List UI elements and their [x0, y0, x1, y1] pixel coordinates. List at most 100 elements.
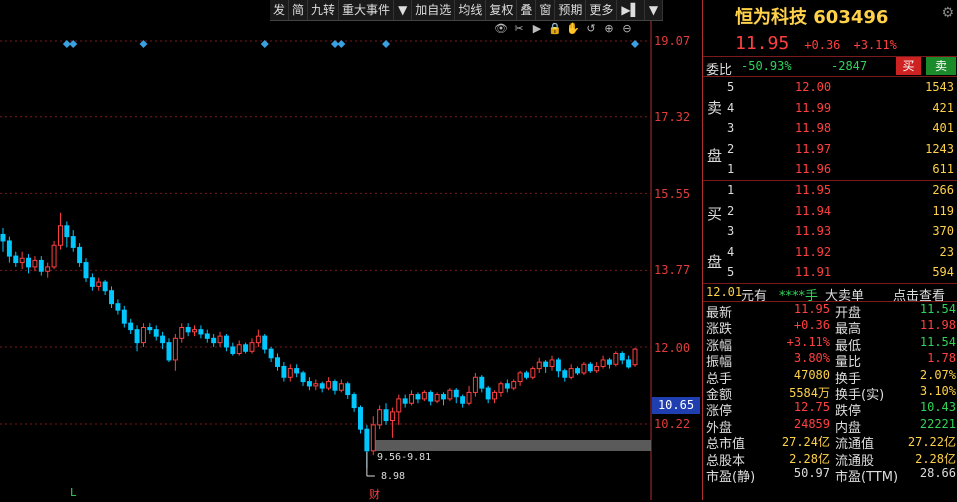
book-volume: 119: [932, 203, 954, 218]
toolbar-window[interactable]: 窗: [536, 0, 556, 20]
ask-row[interactable]: 2 11.97 1243: [703, 139, 957, 160]
stat-value: 22221: [919, 416, 956, 431]
kline-chart[interactable]: 发 简 九转 重大事件 ▼ 加自选 均线 复权 叠 窗 预期 更多 ▶▌ ▼ 👁…: [0, 0, 702, 501]
toolbar-fa[interactable]: 发: [270, 0, 290, 20]
ask-row[interactable]: 1 11.96 611: [703, 159, 957, 180]
candle-body: [147, 326, 153, 331]
toolbar-more[interactable]: 更多: [586, 0, 618, 20]
candle-body: [185, 326, 191, 333]
book-level: 5: [727, 265, 735, 280]
candle-body: [172, 337, 178, 361]
gear-icon[interactable]: ⚙: [941, 5, 954, 21]
candle-body: [57, 225, 63, 246]
bid-row[interactable]: 2 11.94 119: [703, 201, 957, 222]
toolbar-events-dropdown[interactable]: ▼: [394, 0, 413, 20]
candle-body: [447, 389, 453, 400]
candle-body: [249, 342, 255, 352]
toolbar-moving-average[interactable]: 均线: [455, 0, 487, 20]
candle-body: [319, 383, 325, 389]
bid-row[interactable]: 4 11.92 23: [703, 242, 957, 263]
event-marker[interactable]: [337, 40, 346, 48]
event-marker[interactable]: [382, 40, 391, 48]
candle-body: [581, 363, 587, 374]
candle-body: [351, 394, 357, 409]
chart-toolbar: 发 简 九转 重大事件 ▼ 加自选 均线 复权 叠 窗 预期 更多 ▶▌ ▼: [270, 0, 664, 21]
event-marker[interactable]: [631, 40, 639, 48]
bid-row[interactable]: 5 11.91 594: [703, 262, 957, 283]
book-price: 11.93: [795, 224, 832, 239]
candle-body: [294, 368, 300, 374]
candle-body: [511, 381, 517, 389]
current-price-tag: 10.65: [652, 397, 700, 414]
stat-value: 24859: [793, 416, 830, 431]
stat-value: 3.80%: [793, 351, 830, 366]
y-tick-label: 19.07: [654, 34, 691, 48]
candle-body: [121, 309, 127, 324]
candle-body: [6, 240, 12, 257]
toolbar-forecast[interactable]: 预期: [555, 0, 587, 20]
ask-row[interactable]: 5 12.00 1543: [703, 77, 957, 98]
lock-icon[interactable]: 🔒: [548, 22, 562, 36]
toolbar-jian[interactable]: 简: [289, 0, 309, 20]
candle-body: [575, 368, 581, 374]
candle-body: [13, 255, 19, 264]
zoom-in-icon[interactable]: ⊕: [602, 22, 616, 36]
buy-button[interactable]: 买: [896, 57, 921, 75]
candle-body: [632, 348, 638, 366]
book-price: 11.97: [795, 141, 832, 156]
book-level: 1: [727, 162, 735, 177]
hand-icon[interactable]: ✋: [566, 22, 580, 36]
candle-body: [543, 361, 549, 367]
candle-body: [523, 372, 529, 378]
candle-body: [89, 277, 95, 287]
stat-value: 11.54: [919, 334, 956, 349]
candle-body: [166, 342, 172, 361]
candle-body: [568, 368, 574, 378]
ask-row[interactable]: 4 11.99 421: [703, 98, 957, 119]
toolbar-adjust[interactable]: 复权: [486, 0, 518, 20]
stat-value: 27.24亿: [781, 435, 830, 450]
candle-body: [64, 225, 70, 238]
zoom-out-icon[interactable]: ⊖: [620, 22, 634, 36]
candle-body: [243, 344, 249, 352]
candle-body: [536, 361, 542, 370]
kline-svg[interactable]: [0, 0, 702, 500]
stats-row: 金额 5584万 换手(实) 3.10%: [703, 384, 957, 403]
stat-value: 10.43: [919, 400, 956, 415]
weibi-diff: -2847: [831, 59, 868, 73]
stat-value: +3.11%: [786, 334, 830, 349]
book-level: 2: [727, 203, 735, 218]
candle-body: [606, 359, 612, 365]
candle-body: [332, 381, 338, 391]
scissors-icon[interactable]: ✂: [512, 22, 526, 36]
book-level: 3: [727, 224, 735, 239]
undo-icon[interactable]: ↺: [584, 22, 598, 36]
stat-value: 1.78: [927, 351, 956, 366]
range-annotation: 9.56-9.81: [377, 452, 432, 463]
book-volume: 421: [932, 100, 954, 115]
y-tick-label: 15.55: [654, 187, 691, 201]
candle-body: [587, 363, 593, 372]
eye-icon[interactable]: 👁: [494, 22, 508, 36]
toolbar-more-dropdown[interactable]: ▼: [645, 0, 664, 20]
candle-body: [236, 344, 242, 354]
stats-row: 振幅 3.80% 量比 1.78: [703, 351, 957, 370]
bid-row[interactable]: 1 11.95 266: [703, 180, 957, 201]
toolbar-major-events[interactable]: 重大事件: [339, 0, 395, 20]
book-price: 11.98: [795, 121, 832, 136]
ask-row[interactable]: 3 11.98 401: [703, 118, 957, 139]
play-icon[interactable]: ▶: [530, 22, 544, 36]
chart-tool-icons: 👁 ✂ ▶ 🔒 ✋ ↺ ⊕ ⊖: [494, 22, 634, 36]
bid-book: 1 11.95 266 2 11.94 119 3 11.93 370 4 11.92 23 5 11.9…: [703, 180, 957, 283]
toolbar-add-watchlist[interactable]: 加自选: [412, 0, 456, 20]
toolbar-overlay[interactable]: 叠: [517, 0, 537, 20]
bid-row[interactable]: 3 11.93 370: [703, 221, 957, 242]
toolbar-collapse-icon[interactable]: ▶▌: [617, 0, 645, 20]
toolbar-jiuzhuan[interactable]: 九转: [308, 0, 340, 20]
price-change-pct: +3.11%: [853, 38, 897, 52]
book-price: 11.92: [795, 244, 832, 259]
book-volume: 1243: [925, 141, 954, 156]
sell-button[interactable]: 卖: [926, 57, 956, 75]
book-level: 4: [727, 244, 735, 259]
stats-row: 涨停 12.75 跌停 10.43: [703, 400, 957, 419]
